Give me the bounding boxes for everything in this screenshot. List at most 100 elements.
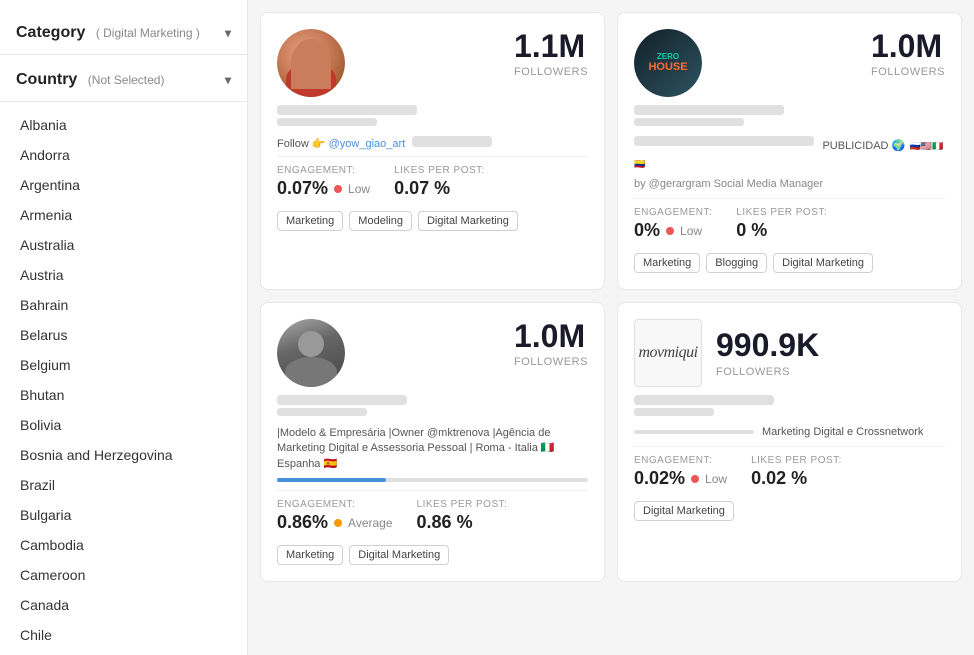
tag-blogging-2[interactable]: Blogging [706, 253, 767, 273]
status-text-2: Low [680, 224, 702, 238]
engagement-value-3: 0.86% [277, 512, 328, 533]
likes-label-2: LIKES PER POST: [736, 207, 827, 218]
country-item-cambodia[interactable]: Cambodia [0, 530, 247, 560]
country-item-albania[interactable]: Albania [0, 110, 247, 140]
profile-name-blurred-2 [634, 105, 784, 115]
country-item-bosnia[interactable]: Bosnia and Herzegovina [0, 440, 247, 470]
tag-digital-2[interactable]: Digital Marketing [773, 253, 873, 273]
tag-digital-1[interactable]: Digital Marketing [418, 211, 518, 231]
avatar-4[interactable]: movmiqui [634, 319, 702, 387]
tag-marketing-3[interactable]: Marketing [277, 545, 343, 565]
likes-label-1: LIKES PER POST: [394, 165, 485, 176]
likes-label-4: LIKES PER POST: [751, 455, 842, 466]
progress-bar-3 [277, 478, 588, 482]
country-item-belarus[interactable]: Belarus [0, 320, 247, 350]
country-item-bhutan[interactable]: Bhutan [0, 380, 247, 410]
bio-follow-1: Follow 👉 @yow_giao_art [277, 136, 588, 150]
country-item-canada[interactable]: Canada [0, 590, 247, 620]
profile-handle-blurred-1 [277, 118, 377, 126]
follower-count-2: 1.0M [871, 29, 942, 64]
category-filter-toggle[interactable]: Category ( Digital Marketing ) ▾ [16, 24, 231, 42]
progress-fill-3 [277, 478, 386, 482]
follower-count-4: 990.9K [716, 328, 819, 363]
likes-value-3: 0.86 % [417, 512, 473, 533]
status-dot-2 [666, 227, 674, 235]
text-logo-4: movmiqui [634, 319, 702, 387]
likes-value-2: 0 % [736, 220, 767, 241]
avatar-1[interactable] [277, 29, 345, 97]
profile-name-blurred-4 [634, 395, 774, 405]
tag-digital-4[interactable]: Digital Marketing [634, 501, 734, 521]
engagement-label-3: ENGAGEMENT: [277, 499, 393, 510]
tags-row-4: Digital Marketing [634, 501, 945, 521]
engagement-value-1: 0.07% [277, 178, 328, 199]
bio-row-4: Marketing Digital e Crossnetwork [634, 426, 945, 438]
profile-info-4 [634, 395, 945, 416]
follower-count-1: 1.1M [514, 29, 585, 64]
tag-digital-3[interactable]: Digital Marketing [349, 545, 449, 565]
country-item-andorra[interactable]: Andorra [0, 140, 247, 170]
tags-row-3: Marketing Digital Marketing [277, 545, 588, 565]
tag-marketing-2[interactable]: Marketing [634, 253, 700, 273]
engagement-metric-4: ENGAGEMENT: 0.02% Low [634, 455, 727, 489]
engagement-metric-3: ENGAGEMENT: 0.86% Average [277, 499, 393, 533]
followers-label-2: FOLLOWERS [871, 66, 945, 78]
by-line: by @gerargram Social Media Manager [634, 178, 945, 190]
profile-info-3 [277, 395, 588, 416]
progress-4 [634, 430, 754, 434]
tag-marketing-1[interactable]: Marketing [277, 211, 343, 231]
follower-stats-4: 990.9K FOLLOWERS [716, 328, 819, 377]
country-item-argentina[interactable]: Argentina [0, 170, 247, 200]
follower-stats-2: 1.0M FOLLOWERS [871, 29, 945, 78]
avatar-3[interactable] [277, 319, 345, 387]
country-item-brazil[interactable]: Brazil [0, 470, 247, 500]
status-text-1: Low [348, 182, 370, 196]
followers-label-3: FOLLOWERS [514, 356, 588, 368]
likes-value-4: 0.02 % [751, 468, 807, 489]
country-filter-toggle[interactable]: Country (Not Selected) ▾ [16, 71, 231, 89]
profile-info-2 [634, 105, 945, 126]
country-item-cameroon[interactable]: Cameroon [0, 560, 247, 590]
country-item-chile[interactable]: Chile [0, 620, 247, 650]
status-dot-3 [334, 519, 342, 527]
influencer-card-2: ZERO HOUSE 1.0M FOLLOWERS PUBLICIDAD 🌍 🇷… [617, 12, 962, 290]
country-item-china[interactable]: China [0, 650, 247, 655]
tag-modeling-1[interactable]: Modeling [349, 211, 412, 231]
country-item-belgium[interactable]: Belgium [0, 350, 247, 380]
country-sub-label: (Not Selected) [88, 73, 165, 87]
engagement-metric-1: ENGAGEMENT: 0.07% Low [277, 165, 370, 199]
influencer-card-3: 1.0M FOLLOWERS |Modelo & Empresária |Own… [260, 302, 605, 582]
likes-value-1: 0.07 % [394, 178, 450, 199]
avatar-2[interactable]: ZERO HOUSE [634, 29, 702, 97]
country-label: Country [16, 71, 77, 88]
country-item-armenia[interactable]: Armenia [0, 200, 247, 230]
handle-text-1: @yow_giao_art [329, 138, 406, 150]
country-item-bahrain[interactable]: Bahrain [0, 290, 247, 320]
chevron-down-icon: ▾ [225, 26, 231, 40]
country-item-australia[interactable]: Australia [0, 230, 247, 260]
country-list: Albania Andorra Argentina Armenia Austra… [0, 110, 247, 655]
status-text-4: Low [705, 472, 727, 486]
country-item-bolivia[interactable]: Bolivia [0, 410, 247, 440]
bio-blurred-1 [412, 136, 492, 147]
bio-text-4: Marketing Digital e Crossnetwork [762, 426, 923, 438]
main-content: 1.1M FOLLOWERS Follow 👉 @yow_giao_art EN… [248, 0, 974, 655]
category-filter: Category ( Digital Marketing ) ▾ [0, 16, 247, 55]
publicidad-text: PUBLICIDAD 🌍 [822, 140, 905, 152]
category-sub-label: ( Digital Marketing ) [96, 26, 200, 40]
likes-metric-2: LIKES PER POST: 0 % [736, 207, 827, 241]
engagement-label-4: ENGAGEMENT: [634, 455, 727, 466]
engagement-value-4: 0.02% [634, 468, 685, 489]
country-item-austria[interactable]: Austria [0, 260, 247, 290]
country-item-bulgaria[interactable]: Bulgaria [0, 500, 247, 530]
status-dot-1 [334, 185, 342, 193]
metrics-row-1: ENGAGEMENT: 0.07% Low LIKES PER POST: 0.… [277, 156, 588, 199]
profile-info-1 [277, 105, 588, 126]
profile-handle-blurred-2 [634, 118, 744, 126]
influencer-card-1: 1.1M FOLLOWERS Follow 👉 @yow_giao_art EN… [260, 12, 605, 290]
followers-label-4: FOLLOWERS [716, 366, 790, 378]
engagement-metric-2: ENGAGEMENT: 0% Low [634, 207, 712, 241]
likes-metric-1: LIKES PER POST: 0.07 % [394, 165, 485, 199]
status-text-3: Average [348, 516, 392, 530]
followers-label-1: FOLLOWERS [514, 66, 588, 78]
